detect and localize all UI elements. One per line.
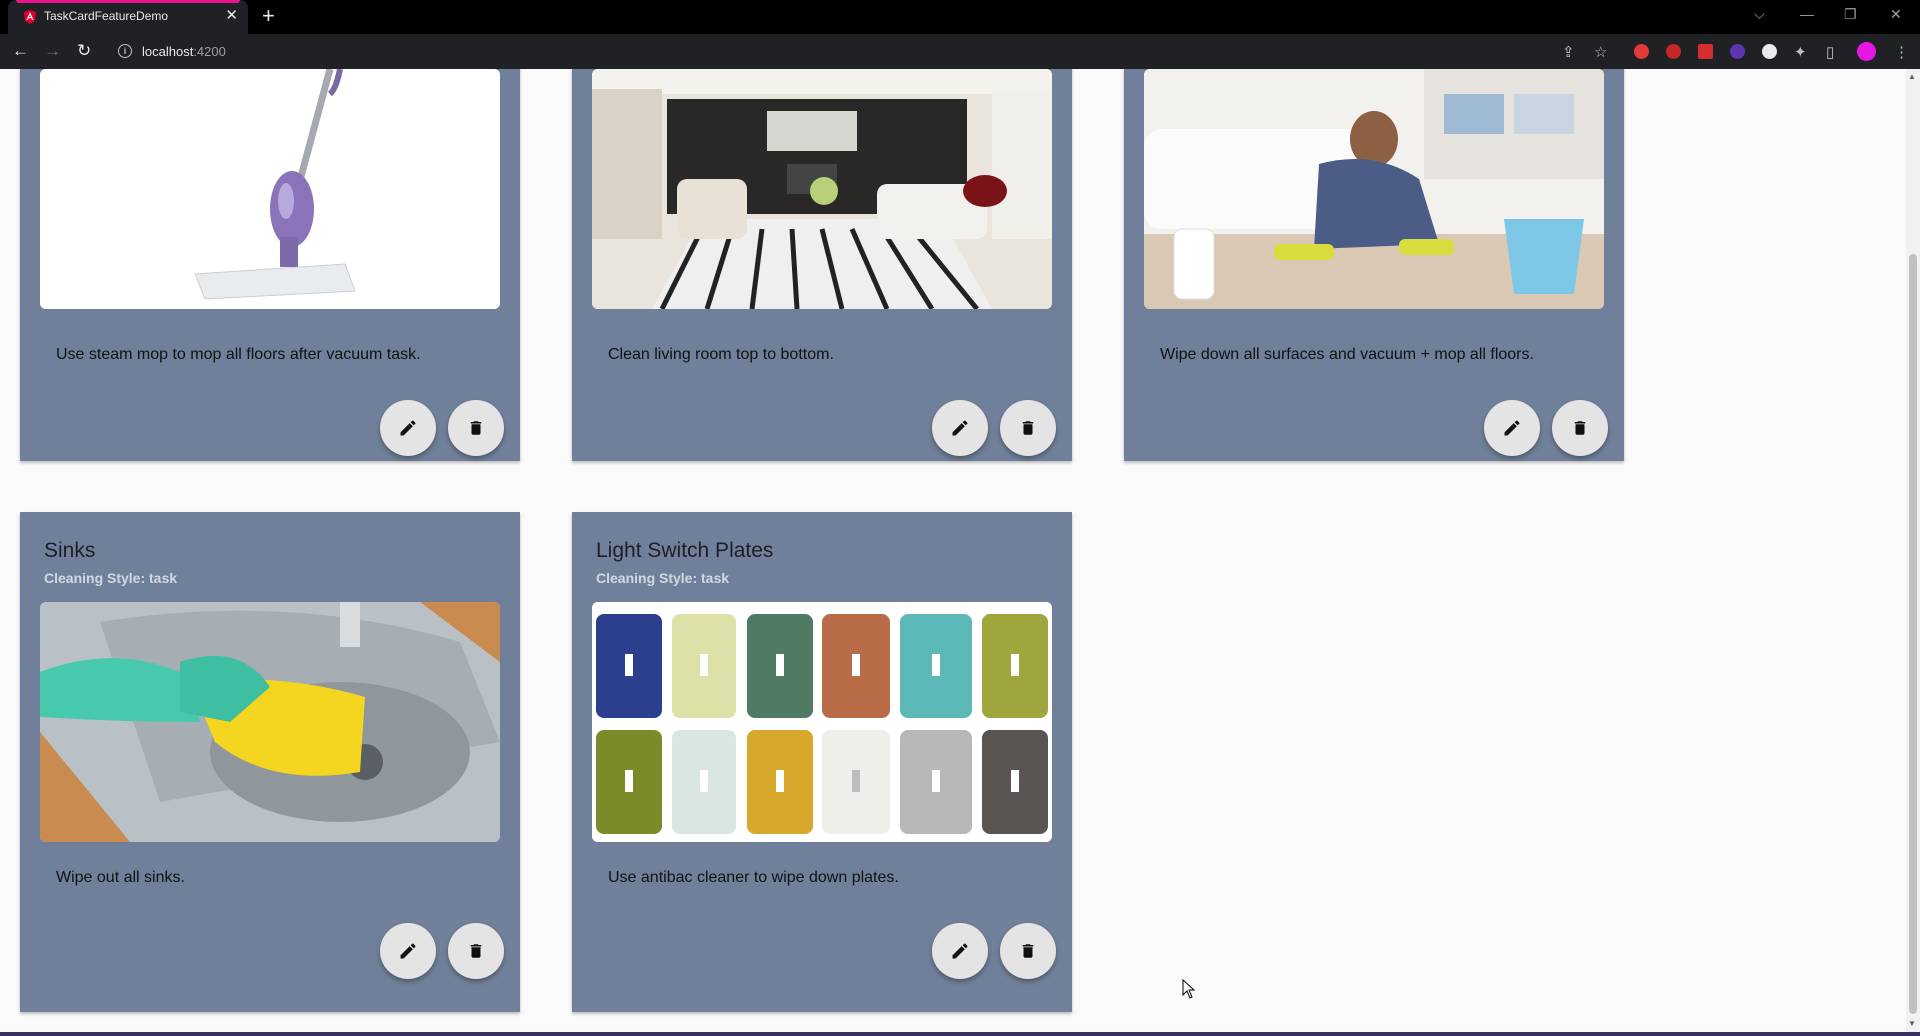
card-image bbox=[1144, 69, 1604, 309]
site-info-icon[interactable]: i bbox=[118, 44, 132, 58]
edit-button[interactable] bbox=[932, 400, 988, 456]
card-description: Wipe down all surfaces and vacuum + mop … bbox=[1160, 346, 1534, 363]
card-description: Use steam mop to mop all floors after va… bbox=[56, 346, 421, 363]
trash-icon bbox=[470, 944, 482, 958]
browser-tab-bar: TaskCardFeatureDemo ✕ + ⌵ — ❐ ✕ bbox=[0, 0, 1920, 34]
extension-white-icon[interactable] bbox=[1762, 44, 1777, 59]
page-scrollbar[interactable]: ▲ ▼ bbox=[1906, 69, 1920, 1032]
card-description: Use antibac cleaner to wipe down plates. bbox=[608, 869, 899, 886]
restore-icon[interactable]: ❐ bbox=[1844, 6, 1857, 23]
trash-icon bbox=[1022, 944, 1034, 958]
card-title: Sinks bbox=[44, 539, 96, 562]
address-bar[interactable]: i localhost:4200 bbox=[108, 38, 1678, 65]
scrollbar-thumb[interactable] bbox=[1909, 254, 1917, 1014]
back-icon[interactable]: ← bbox=[12, 41, 29, 61]
window-bottom-border bbox=[0, 1032, 1920, 1036]
edit-button[interactable] bbox=[932, 923, 988, 979]
page-viewport: Use steam mop to mop all floors after va… bbox=[0, 69, 1906, 1032]
delete-button[interactable] bbox=[448, 400, 504, 456]
task-card: Use steam mop to mop all floors after va… bbox=[20, 69, 520, 461]
tab-search-icon[interactable]: ⌵ bbox=[1754, 6, 1765, 23]
delete-button[interactable] bbox=[448, 923, 504, 979]
extension-angular-icon[interactable] bbox=[1698, 44, 1713, 59]
card-title: Light Switch Plates bbox=[596, 539, 774, 562]
edit-button[interactable] bbox=[380, 400, 436, 456]
switch-plates-image bbox=[592, 602, 1052, 842]
reload-icon[interactable]: ↻ bbox=[77, 41, 91, 61]
pencil-icon bbox=[400, 420, 416, 436]
card-image bbox=[40, 602, 500, 842]
new-tab-button[interactable]: + bbox=[262, 3, 275, 29]
trash-icon bbox=[1574, 421, 1586, 435]
edit-button[interactable] bbox=[1484, 400, 1540, 456]
sink-cleaning-image bbox=[40, 602, 500, 842]
extension-red-icon[interactable] bbox=[1634, 44, 1649, 59]
pencil-icon bbox=[1504, 420, 1520, 436]
share-icon[interactable]: ⇪ bbox=[1562, 43, 1575, 61]
card-image bbox=[592, 69, 1052, 309]
close-window-icon[interactable]: ✕ bbox=[1890, 6, 1902, 23]
tab-accent-bar bbox=[16, 0, 240, 3]
extensions-puzzle-icon[interactable]: ✦ bbox=[1794, 43, 1807, 61]
card-image bbox=[592, 602, 1052, 842]
task-card: Clean living room top to bottom. bbox=[572, 69, 1072, 461]
menu-dots-icon[interactable]: ⋮ bbox=[1894, 43, 1909, 61]
card-description: Clean living room top to bottom. bbox=[608, 346, 834, 363]
trash-icon bbox=[470, 421, 482, 435]
living-room-image bbox=[592, 69, 1052, 309]
pencil-icon bbox=[400, 943, 416, 959]
minimize-icon[interactable]: — bbox=[1800, 6, 1814, 22]
url-port: :4200 bbox=[193, 44, 226, 59]
angular-favicon-icon bbox=[24, 10, 36, 24]
side-panel-icon[interactable]: ▯ bbox=[1826, 43, 1834, 61]
task-card: Sinks Cleaning Style: task Wipe out all … bbox=[20, 512, 520, 1012]
task-card: Wipe down all surfaces and vacuum + mop … bbox=[1124, 69, 1624, 461]
bookmark-star-icon[interactable]: ☆ bbox=[1594, 43, 1607, 61]
tab-title: TaskCardFeatureDemo bbox=[44, 9, 169, 23]
scroll-down-icon[interactable]: ▼ bbox=[1908, 1019, 1916, 1028]
card-subtitle: Cleaning Style: task bbox=[596, 570, 730, 586]
pencil-icon bbox=[952, 420, 968, 436]
pencil-icon bbox=[952, 943, 968, 959]
task-card: Light Switch Plates Cleaning Style: task bbox=[572, 512, 1072, 1012]
card-description: Wipe out all sinks. bbox=[56, 869, 185, 886]
card-image bbox=[40, 69, 500, 309]
edit-button[interactable] bbox=[380, 923, 436, 979]
delete-button[interactable] bbox=[1000, 923, 1056, 979]
extension-y-icon[interactable] bbox=[1666, 44, 1681, 59]
profile-avatar[interactable] bbox=[1857, 42, 1876, 61]
browser-toolbar: ← → ↻ i localhost:4200 ⇪ ☆ ✦ ▯ ⋮ bbox=[0, 34, 1920, 69]
browser-tab[interactable]: TaskCardFeatureDemo ✕ bbox=[8, 0, 248, 34]
delete-button[interactable] bbox=[1552, 400, 1608, 456]
scroll-up-icon[interactable]: ▲ bbox=[1908, 72, 1916, 81]
card-subtitle: Cleaning Style: task bbox=[44, 570, 178, 586]
extension-purple-icon[interactable] bbox=[1730, 44, 1745, 59]
forward-icon[interactable]: → bbox=[44, 41, 61, 61]
url-text[interactable]: localhost:4200 bbox=[142, 44, 226, 59]
trash-icon bbox=[1022, 421, 1034, 435]
steam-mop-image bbox=[40, 69, 500, 309]
mouse-cursor-icon bbox=[1182, 979, 1196, 999]
tab-close-icon[interactable]: ✕ bbox=[225, 7, 238, 25]
man-mopping-image bbox=[1144, 69, 1604, 309]
delete-button[interactable] bbox=[1000, 400, 1056, 456]
url-host: localhost bbox=[142, 44, 194, 59]
